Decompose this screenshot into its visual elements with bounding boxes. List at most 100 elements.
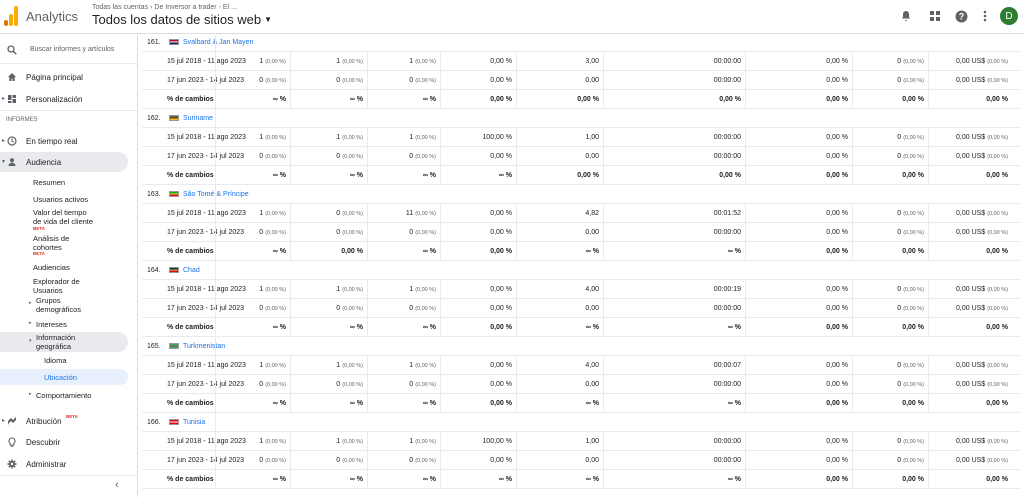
cell-value: 00:00:07 <box>713 362 741 369</box>
table-cell: 00:00:00 <box>603 451 745 470</box>
cell-value: ∞ % <box>272 248 286 255</box>
sidebar-sub-label: de vida del cliente <box>33 217 94 226</box>
table-cell: 00:00:00 <box>603 299 745 318</box>
table-cell: 0,00 % <box>745 223 852 242</box>
country-link[interactable]: Chad <box>183 267 200 274</box>
cell-percent: (0,00 %) <box>265 439 286 445</box>
expand-arrow-icon[interactable]: ▸ <box>29 391 32 397</box>
sidebar-sub-language[interactable]: Idioma <box>44 356 67 365</box>
more-vert-icon[interactable] <box>977 8 993 24</box>
cell-value: 0,00 <box>585 457 599 464</box>
table-cell: 0 (0,00 %) <box>852 356 928 375</box>
breadcrumb[interactable]: Todas las cuentas › De Inversor a trader -… <box>92 4 237 11</box>
sidebar-sub-behavior[interactable]: Comportamiento <box>36 391 91 400</box>
cell-percent: (0,00 %) <box>903 458 924 464</box>
cell-value: 0 <box>409 305 414 312</box>
table-cell: 3,00 <box>516 52 603 71</box>
cell-value: 0 <box>259 229 264 236</box>
search-input[interactable]: Buscar informes y artículos <box>30 46 114 53</box>
table-row: 15 jul 2018 - 11 ago 2023 1 (0,00 %) 1 (0,00… <box>142 128 1020 147</box>
sidebar-sub-label: Información <box>36 333 76 342</box>
country-link[interactable]: Svalbard & Jan Mayen <box>183 39 253 46</box>
view-selector[interactable]: Todos los datos de sitios web ▼ <box>92 12 272 27</box>
table-cell: 0,00 % <box>745 356 852 375</box>
table-row: 17 jun 2023 - 14 jul 2023 0 (0,00 %) 0 (0,00… <box>142 223 1020 242</box>
sidebar-sub-cohort-analysis[interactable]: Análisis de cohortes <box>33 234 69 252</box>
table-cell: 4,82 <box>516 204 603 223</box>
cell-value: 0 <box>409 153 414 160</box>
table-cell: ∞ % <box>516 242 603 261</box>
table-cell: 0,00 % <box>852 318 928 337</box>
help-icon[interactable]: ? <box>953 8 969 24</box>
sidebar-sub-demographics[interactable]: Grupos demográficos <box>36 296 81 314</box>
cell-value: 0,00 % <box>826 305 848 312</box>
cell-value: 0,00 % <box>826 248 848 255</box>
sidebar-sub-overview[interactable]: Resumen <box>33 178 65 187</box>
column-divider <box>215 185 216 204</box>
cell-value: 0 <box>897 58 902 65</box>
table-cell: 0,00 % <box>745 432 852 451</box>
table-cell: 0,00 US$ (0,00 %) <box>928 375 1012 394</box>
table-cell: 1 (0,00 %) <box>215 280 290 299</box>
cell-percent: (0,00 %) <box>342 458 363 464</box>
cell-percent: (0,00 %) <box>265 306 286 312</box>
expand-arrow-icon[interactable]: ▸ <box>2 137 5 144</box>
cell-value: ∞ % <box>349 324 363 331</box>
sidebar-item-home[interactable]: Página principal <box>26 73 83 82</box>
cell-value: 0,00 US$ <box>956 457 986 464</box>
sidebar-item-admin[interactable]: Administrar <box>26 460 66 469</box>
sidebar-item-discover[interactable]: Descubrir <box>26 438 60 447</box>
collapse-sidebar-icon[interactable]: ‹ <box>115 479 119 491</box>
cell-value: 1 <box>409 286 414 293</box>
row-number: 161. <box>147 39 161 46</box>
sidebar: Buscar informes y artículos Página princ… <box>0 35 138 497</box>
sidebar-item-realtime[interactable]: En tiempo real <box>26 137 78 146</box>
table-cell: 1 (0,00 %) <box>367 432 440 451</box>
table-cell: 0,00 % <box>928 470 1012 489</box>
country-link[interactable]: Turkmenistan <box>183 343 225 350</box>
expand-arrow-icon[interactable]: ▸ <box>29 300 32 306</box>
cell-value: 0,00 % <box>577 96 599 103</box>
row-number: 164. <box>147 267 161 274</box>
sidebar-item-audience[interactable] <box>0 152 128 172</box>
gear-icon <box>6 458 18 470</box>
collapse-arrow-icon[interactable]: ▾ <box>29 338 32 344</box>
collapse-arrow-icon[interactable]: ▾ <box>2 158 5 165</box>
sidebar-sub-interests[interactable]: Intereses <box>36 320 67 329</box>
expand-arrow-icon[interactable]: ▸ <box>29 320 32 326</box>
sidebar-sub-audiences[interactable]: Audiencias <box>33 263 70 272</box>
cell-percent: (0,00 %) <box>342 135 363 141</box>
table-cell: 0,00 % <box>745 71 852 90</box>
cell-value: 0 <box>897 457 902 464</box>
table-cell: 0 (0,00 %) <box>852 52 928 71</box>
cell-percent: (0,00 %) <box>903 382 924 388</box>
avatar[interactable]: D <box>1000 7 1018 25</box>
country-link[interactable]: Tunisia <box>183 419 205 426</box>
bell-icon[interactable] <box>898 8 914 24</box>
sidebar-sub-active-users[interactable]: Usuarios activos <box>33 195 88 204</box>
cell-value: 0 <box>336 153 341 160</box>
cell-value: ∞ % <box>585 476 599 483</box>
cell-value: ∞ % <box>727 400 741 407</box>
cell-value: 0,00 <box>585 153 599 160</box>
sidebar-item-attribution[interactable]: Atribución <box>26 417 62 426</box>
apps-grid-icon[interactable] <box>927 8 943 24</box>
table-cell: 0,00 % <box>290 242 367 261</box>
sidebar-sub-user-explorer[interactable]: Explorador de Usuarios <box>33 277 80 295</box>
view-name[interactable]: Todos los datos de sitios web <box>92 12 261 27</box>
sidebar-sub-lifetime-value[interactable]: Valor del tiempo de vida del cliente <box>33 208 93 226</box>
table-cell: 0 (0,00 %) <box>290 147 367 166</box>
table-cell: 0,00 US$ (0,00 %) <box>928 280 1012 299</box>
table-cell: 0 (0,00 %) <box>852 280 928 299</box>
expand-arrow-icon[interactable]: ▸ <box>2 417 5 424</box>
cell-percent: (0,00 %) <box>415 363 436 369</box>
sidebar-item-customization[interactable]: Personalización <box>26 95 82 104</box>
country-link[interactable]: Suriname <box>183 115 213 122</box>
table-cell: 0,00 US$ (0,00 %) <box>928 52 1012 71</box>
cell-value: 0,00 US$ <box>956 210 986 217</box>
breadcrumb-item[interactable]: De Inversor a trader - El ... <box>154 4 236 11</box>
table-cell: 0 (0,00 %) <box>852 451 928 470</box>
breadcrumb-item[interactable]: Todas las cuentas <box>92 4 148 11</box>
expand-arrow-icon[interactable]: ▸ <box>2 95 5 102</box>
cell-percent: (0,00 %) <box>342 363 363 369</box>
